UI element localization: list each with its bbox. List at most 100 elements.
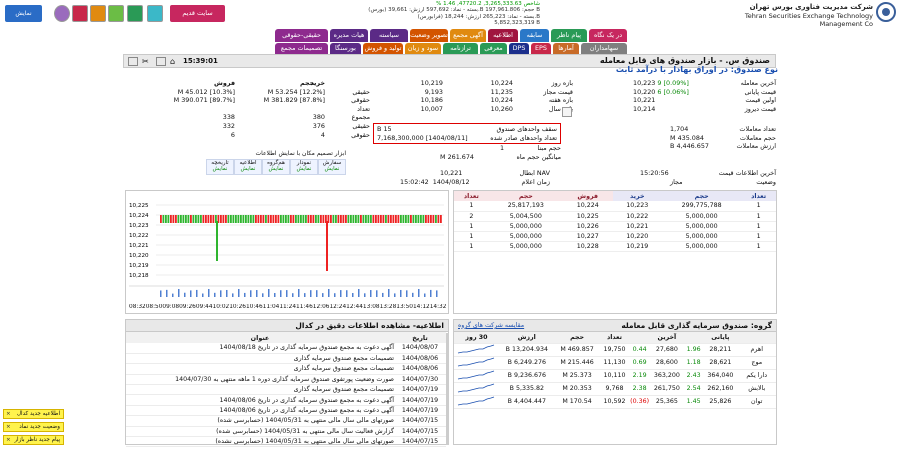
notice-row[interactable]: 1404/07/15 گزارش فعالیت سال مالی منتهی به… [126,426,446,438]
alert-symbol-status[interactable]: × وضعیت جدید نماد [3,422,64,432]
group-cell-val: 6,249.276 B [498,356,555,370]
orderbook-row[interactable]: 1 5,000,000 10,227 10,220 5,000,000 1 [454,231,776,242]
alert-codal-notice[interactable]: × اطلاعیه جدید کدال [3,409,64,419]
price-bar [270,215,272,223]
old-site-button[interactable]: سایت قدیم [170,5,225,22]
notice-title[interactable]: صورتهای مالی سال مالی منتهی به 1404/05/3… [126,436,394,448]
tab-supervisor-msg[interactable]: پیام ناظر [551,29,587,42]
price-bar [250,215,252,223]
tab-status-image[interactable]: تصویر وضعیت [410,29,448,42]
tab-eps[interactable]: EPS [531,43,551,54]
tab-stats[interactable]: آمارها [553,43,579,54]
notice-title[interactable]: تصمیمات مجمع صندوق سرمایه گذاری [126,353,394,365]
tool-notice[interactable]: اطلاعیه نمایش [234,159,262,175]
tab-meeting-ads[interactable]: آگهی مجمع [450,29,486,42]
filter-icon[interactable] [156,57,166,66]
orderbook-row[interactable]: 1 5,000,000 10,228 10,219 5,000,000 1 [454,241,776,252]
x-axis-times: 08:3208:5009:0809:2609:4410:0210:2610:46… [129,304,447,310]
tab-balance-sheet[interactable]: ترازنامه [443,43,478,54]
volume-bar [274,293,276,297]
group-cell-name[interactable]: موج [737,356,776,370]
market-index-summary: % 1.46 ,47720.2 ,3,265,333.63 شاخص (بورس… [360,1,540,26]
tab-intro[interactable]: معرفی [480,43,507,54]
group-cell-last: 363,200 [649,369,684,383]
group-cell-name[interactable]: دارا یکم [737,369,776,383]
notice-row[interactable]: 1404/07/30 صورت وضعیت پورتفوی صندوق سرمای… [126,374,446,386]
notice-title[interactable]: آگهی دعوت به مجمع صندوق سرمایه گذاری در … [126,405,394,417]
tab-shareholders[interactable]: سهامداران [581,43,627,54]
tool-group[interactable]: هم‌گروه نمایش [262,159,290,175]
tab-income[interactable]: سود و زیان [405,43,441,54]
tab-policy[interactable]: سیاسته [370,29,408,42]
notice-title[interactable]: صورتهای مالی سال مالی منتهی به 1404/05/3… [126,415,394,427]
notice-title[interactable]: آگهی دعوت به مجمع صندوق سرمایه گذاری در … [126,394,394,406]
home-icon[interactable] [72,5,88,22]
filter-icon[interactable] [90,5,106,22]
notice-row[interactable]: 1404/07/15 صورتهای مالی سال مالی منتهی به… [126,415,446,427]
tsetmc-logo[interactable] [876,2,896,22]
alert-supervisor-msg[interactable]: × پیام جدید ناظر بازار [3,435,64,445]
tab-bourseniga[interactable]: بورسنگا [330,43,361,54]
price-bar [280,215,282,223]
notice-title[interactable]: صورت وضعیت پورتفوی صندوق سرمایه گذاری دو… [126,374,394,386]
tab-notices[interactable]: اطلاعیه [488,29,518,42]
tab-overview[interactable]: در یک نگاه [589,29,627,42]
tool-chart[interactable]: نمودار نمایش [290,159,318,175]
notice-row[interactable]: 1404/07/19 آگهی دعوت به مجمع صندوق سرمایه… [126,394,446,406]
price-bar [397,215,400,223]
volume-bar [268,289,270,297]
intraday-chart-panel[interactable]: 10,225 10,224 10,223 10,222 10,221 10,220 10,2… [125,190,449,314]
sparkline-30day [454,395,499,409]
price-bar [272,215,275,223]
group-cell-lchg: 0.69 [629,356,650,370]
tools-icon[interactable]: ✂ [142,57,152,66]
group-cell-name[interactable]: اهرم [737,343,776,357]
tab-production[interactable]: تولید و فروش [363,43,403,54]
tab-meeting-decisions[interactable]: تصمیمات مجمع [275,43,328,54]
orderbook-row[interactable]: 1 25,817,193 10,224 10,223 299,775,788 1 [454,201,776,212]
notice-row[interactable]: 1404/08/07 آگهی دعوت به مجمع صندوق سرمایه… [126,343,446,354]
user-icon[interactable] [54,5,70,22]
sparkline-30day [454,382,499,396]
tool-history[interactable]: تاریخچه نمایش [206,159,234,175]
group-title: گروه: صندوق سرمایه گذاری قابل معامله [621,321,772,330]
group-row[interactable]: اهرم 28,211 1.96 27,680 0.44 19,750 469.857 M1… [454,343,776,357]
notice-row[interactable]: 1404/08/06 تصمیمات مجمع صندوق سرمایه گذار… [126,353,446,365]
notice-title[interactable]: آگهی دعوت به مجمع صندوق سرمایه گذاری در … [126,343,394,354]
calculator-icon[interactable] [147,5,163,22]
notice-title[interactable]: تصمیمات مجمع صندوق سرمایه گذاری [126,384,394,396]
y-tick-label: 10,219 [129,263,149,269]
table-icon[interactable] [127,5,143,22]
volume-bar [220,290,222,297]
orderbook-row[interactable]: 1 5,000,000 10,226 10,221 5,000,000 1 [454,221,776,232]
tab-dps[interactable]: DPS [509,43,529,54]
print-icon[interactable] [128,57,138,66]
notice-row[interactable]: 1404/08/06 تصمیمات مجمع صندوق سرمایه گذار… [126,363,446,375]
notice-title[interactable]: گزارش فعالیت سال مالی منتهی به 1404/05/3… [126,426,394,438]
notice-title[interactable]: تصمیمات مجمع صندوق سرمایه گذاری [126,363,394,375]
group-row[interactable]: دارا یکم 364,040 2.43 363,200 2.19 10,110 25.3… [454,369,776,383]
price-bar [190,215,192,223]
document-icon[interactable] [562,107,572,117]
group-cell-name[interactable]: بالابش [737,382,776,396]
intraday-chart[interactable]: 10,225 10,224 10,223 10,222 10,221 10,220 10,2… [126,191,448,313]
search-icon[interactable] [108,5,124,22]
notice-row[interactable]: 1404/07/19 تصمیمات مجمع صندوق سرمایه گذار… [126,384,446,396]
compare-group-link[interactable]: مقایسه شرکت های گروه [454,320,524,331]
tab-board[interactable]: هیات مدیره [330,29,368,42]
group-cell-name[interactable]: توان [737,395,776,409]
group-row[interactable]: بالابش 262,160 2.54 261,750 2.38 9,768 20.353 … [454,382,776,396]
notice-row[interactable]: 1404/07/15 صورتهای مالی سال مالی منتهی به… [126,436,446,448]
price-bar [362,215,365,223]
tab-history[interactable]: سابقه [520,29,549,42]
tab-real-legal[interactable]: حقیقی-حقوقی [275,29,328,42]
group-row[interactable]: موج 28,621 1.18 28,600 0.69 11,130 215.446 M 6,… [454,356,776,370]
price-bar [160,215,162,223]
market-icon[interactable]: ⌂ [170,57,180,66]
tool-order[interactable]: سفارش نمایش [318,159,346,175]
show-list-button[interactable]: نمایش فهرست [5,5,42,34]
notices-scrollbar[interactable] [446,333,449,445]
notice-row[interactable]: 1404/07/19 آگهی دعوت به مجمع صندوق سرمایه… [126,405,446,417]
group-row[interactable]: توان 25,826 1.45 25,365 (0.36) 10,592 170.54 M… [454,395,776,409]
orderbook-row[interactable]: 2 5,004,500 10,225 10,222 5,000,000 1 [454,211,776,222]
